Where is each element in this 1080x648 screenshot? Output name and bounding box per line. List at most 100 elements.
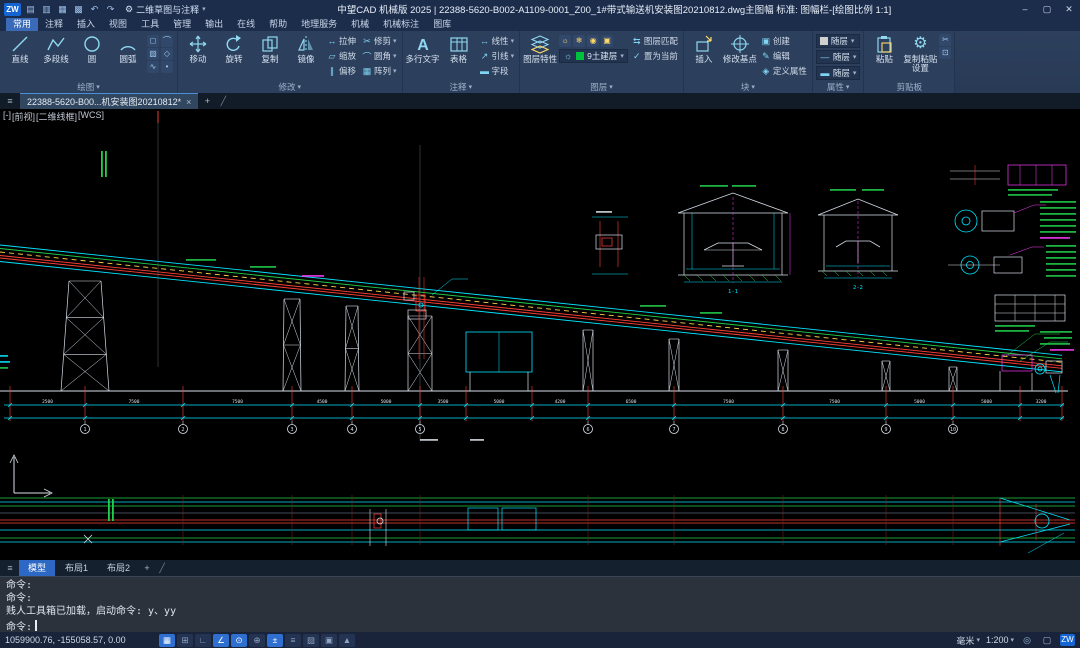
coordinates-readout[interactable]: 1059900.76, -155058.57, 0.00	[5, 635, 153, 645]
panel-properties-footer[interactable]: 属性 ▾	[813, 81, 864, 93]
panel-draw-footer[interactable]: 绘图 ▾	[0, 81, 177, 93]
edit-block-button[interactable]: ✎编辑	[759, 49, 809, 63]
offset-button[interactable]: ∥偏移	[325, 64, 358, 78]
ribbon-tab-2[interactable]: 注释	[38, 18, 70, 31]
layer-on-icon[interactable]: ☼	[559, 35, 571, 47]
ribbon-tab-3[interactable]: 插入	[70, 18, 102, 31]
mirror-button[interactable]: 镜像	[289, 33, 323, 64]
panel-layer-footer[interactable]: 图层 ▾	[520, 81, 683, 93]
linear-dim-button[interactable]: ↔线性▾	[478, 34, 517, 48]
polar-toggle[interactable]: ∠	[213, 634, 229, 647]
section-detail-2[interactable]: 1-1	[678, 185, 790, 295]
scale-button[interactable]: ▱缩放	[325, 49, 358, 63]
set-current-layer-button[interactable]: ✓置为当前	[630, 49, 680, 63]
ribbon-tab-12[interactable]: 机械标注	[376, 18, 426, 31]
close-tab-icon[interactable]: ×	[186, 97, 191, 107]
circle-button[interactable]: 圆	[75, 33, 109, 64]
object-snap-toggle[interactable]: ⊙	[231, 634, 247, 647]
mtext-button[interactable]: A 多行文字	[406, 33, 440, 64]
selection-cycling-toggle[interactable]: ▣	[321, 634, 337, 647]
clean-screen-icon[interactable]: ▢	[1040, 635, 1054, 646]
lineweight-control[interactable]: ▬ 随层 ▾	[816, 66, 861, 80]
arc-tool-icon[interactable]: ⌒	[161, 35, 173, 47]
snap-toggle[interactable]: ⊞	[177, 634, 193, 647]
table-button[interactable]: 表格	[442, 33, 476, 64]
copy-clip-icon[interactable]: ⊡	[939, 47, 951, 59]
trim-button[interactable]: ✂修剪▾	[360, 34, 399, 48]
point-tool-icon[interactable]: •	[161, 61, 173, 73]
panel-annotate-footer[interactable]: 注释 ▾	[403, 81, 520, 93]
tab-model[interactable]: 模型	[19, 560, 55, 576]
isolate-objects-icon[interactable]: ◎	[1020, 635, 1034, 646]
command-prompt[interactable]: 命令:	[0, 618, 1080, 633]
transparency-toggle[interactable]: ▨	[303, 634, 319, 647]
spline-tool-icon[interactable]: ∿	[147, 61, 159, 73]
ribbon-tab-10[interactable]: 地理服务	[294, 18, 344, 31]
tab-layout2[interactable]: 布局2	[98, 560, 139, 576]
undo-icon[interactable]: ↶	[88, 2, 101, 16]
leader-button[interactable]: ↗引线▾	[478, 49, 517, 63]
close-button[interactable]: ✕	[1058, 0, 1080, 18]
new-file-icon[interactable]: ▤	[24, 2, 37, 16]
color-control[interactable]: 随层 ▾	[816, 34, 861, 48]
zwcad-badge[interactable]: ZW	[1060, 634, 1075, 646]
maximize-button[interactable]: ▢	[1036, 0, 1058, 18]
layout-tabs-menu-icon[interactable]: ≡	[2, 563, 18, 573]
object-track-toggle[interactable]: ⊕	[249, 634, 265, 647]
dimension-chain[interactable]: 2500750075004500500035005000420065007500…	[4, 386, 1064, 441]
new-layout-button[interactable]: +	[140, 563, 154, 573]
tab-layout1[interactable]: 布局1	[56, 560, 97, 576]
layer-color-icon[interactable]: ▣	[601, 35, 613, 47]
layer-properties-button[interactable]: 图层特性	[523, 33, 557, 64]
layer-lock-icon[interactable]: ◉	[587, 35, 599, 47]
ribbon-tab-9[interactable]: 帮助	[262, 18, 294, 31]
plan-view[interactable]	[0, 495, 1075, 553]
viewport-view-control[interactable]: [前视]	[12, 110, 35, 123]
conveyor-elevation[interactable]	[0, 111, 1074, 441]
layer-freeze-icon[interactable]: ❄	[573, 35, 585, 47]
create-block-button[interactable]: ▣创建	[759, 34, 809, 48]
lineweight-toggle[interactable]: ≡	[285, 634, 301, 647]
panel-modify-footer[interactable]: 修改 ▾	[178, 81, 402, 93]
paste-settings-button[interactable]: ⚙ 复制粘贴设置	[903, 33, 937, 73]
insert-block-button[interactable]: 插入	[687, 33, 721, 64]
command-line-panel[interactable]: 命令:命令:贱人工具箱已加载，启动命令: y、yy 命令:	[0, 576, 1080, 632]
redo-icon[interactable]: ↷	[104, 2, 117, 16]
paste-button[interactable]: 粘贴	[867, 33, 901, 64]
annotation-monitor-toggle[interactable]: ▲	[339, 634, 355, 647]
ribbon-tab-5[interactable]: 工具	[134, 18, 166, 31]
section-detail-3[interactable]: 2-2	[818, 189, 898, 291]
stretch-button[interactable]: ↔拉伸	[325, 34, 358, 48]
define-attribute-button[interactable]: ◈定义属性	[759, 64, 809, 78]
detail-stack-right[interactable]	[948, 165, 1076, 332]
ribbon-tab-8[interactable]: 在线	[230, 18, 262, 31]
polyline-button[interactable]: 多段线	[39, 33, 73, 64]
file-tabs-menu-icon[interactable]: ≡	[2, 96, 18, 106]
move-button[interactable]: 移动	[181, 33, 215, 64]
linetype-control[interactable]: — 随层 ▾	[816, 50, 861, 64]
panel-clipboard-footer[interactable]: 剪贴板	[864, 81, 954, 93]
line-button[interactable]: 直线	[3, 33, 37, 64]
minimize-button[interactable]: –	[1014, 0, 1036, 18]
viewport-menu-control[interactable]: [-]	[3, 110, 11, 123]
workspace-switcher[interactable]: ⚙ 二维草图与注释 ▾	[120, 3, 211, 16]
field-button[interactable]: ▬字段	[478, 64, 517, 78]
layer-dropdown[interactable]: ☼ 9土建层 ▾	[559, 49, 628, 63]
copy-button[interactable]: 复制	[253, 33, 287, 64]
save-icon[interactable]: ▦	[56, 2, 69, 16]
new-document-tab-button[interactable]: +	[200, 96, 214, 106]
polygon-tool-icon[interactable]: ◇	[161, 48, 173, 60]
rectangle-tool-icon[interactable]: ◻	[147, 35, 159, 47]
arc-button[interactable]: 圆弧	[111, 33, 145, 64]
ribbon-tab-7[interactable]: 输出	[198, 18, 230, 31]
rotate-button[interactable]: 旋转	[217, 33, 251, 64]
match-layer-button[interactable]: ⇆图层匹配	[630, 34, 680, 48]
drawing-viewport[interactable]: 2500750075004500500035005000420065007500…	[0, 109, 1080, 560]
array-button[interactable]: ▦阵列▾	[360, 64, 399, 78]
print-icon[interactable]: ▩	[72, 2, 85, 16]
ribbon-tab-11[interactable]: 机械	[344, 18, 376, 31]
hatch-tool-icon[interactable]: ▨	[147, 48, 159, 60]
viewport-visual-style-control[interactable]: [二维线框]	[36, 110, 77, 123]
dynamic-input-toggle[interactable]: ±	[267, 634, 283, 647]
grid-toggle[interactable]: ▦	[159, 634, 175, 647]
